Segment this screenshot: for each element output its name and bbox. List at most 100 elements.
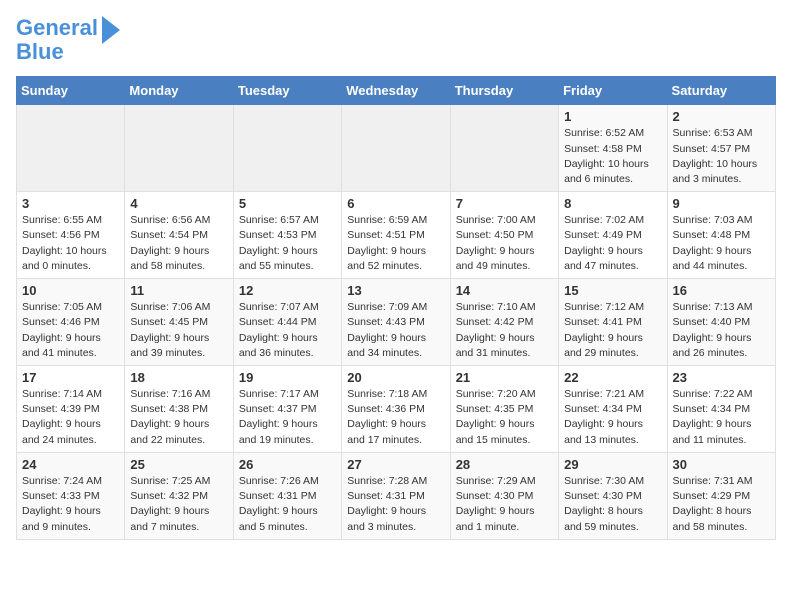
day-number: 7 — [456, 196, 553, 211]
logo: General Blue — [16, 16, 98, 64]
day-info: Sunrise: 7:14 AM Sunset: 4:39 PM Dayligh… — [22, 387, 119, 448]
day-number: 4 — [130, 196, 227, 211]
calendar-cell: 17 Sunrise: 7:14 AM Sunset: 4:39 PM Dayli… — [17, 366, 125, 453]
day-number: 27 — [347, 457, 444, 472]
calendar-cell: 10 Sunrise: 7:05 AM Sunset: 4:46 PM Dayli… — [17, 279, 125, 366]
calendar-cell: 9 Sunrise: 7:03 AM Sunset: 4:48 PM Daylig… — [667, 192, 775, 279]
day-info: Sunrise: 7:16 AM Sunset: 4:38 PM Dayligh… — [130, 387, 227, 448]
calendar-week-row: 17 Sunrise: 7:14 AM Sunset: 4:39 PM Dayli… — [17, 366, 776, 453]
day-info: Sunrise: 7:21 AM Sunset: 4:34 PM Dayligh… — [564, 387, 661, 448]
calendar-cell: 8Sunrise: 7:02 AM Sunset: 4:49 PM Daylig… — [559, 192, 667, 279]
calendar-cell — [125, 105, 233, 192]
weekday-header-row: SundayMondayTuesdayWednesdayThursdayFrid… — [17, 77, 776, 105]
page-container: General Blue SundayMondayTuesdayWednesda… — [0, 0, 792, 548]
day-number: 15 — [564, 283, 661, 298]
day-number: 8 — [564, 196, 661, 211]
page-header: General Blue — [16, 16, 776, 64]
day-info: Sunrise: 7:17 AM Sunset: 4:37 PM Dayligh… — [239, 387, 336, 448]
day-info: Sunrise: 7:30 AM Sunset: 4:30 PM Dayligh… — [564, 474, 661, 535]
calendar-cell — [17, 105, 125, 192]
day-info: Sunrise: 7:06 AM Sunset: 4:45 PM Dayligh… — [130, 300, 227, 361]
day-info: Sunrise: 6:56 AM Sunset: 4:54 PM Dayligh… — [130, 213, 227, 274]
calendar-cell: 28Sunrise: 7:29 AM Sunset: 4:30 PM Dayli… — [450, 452, 558, 539]
day-info: Sunrise: 6:57 AM Sunset: 4:53 PM Dayligh… — [239, 213, 336, 274]
day-number: 13 — [347, 283, 444, 298]
day-number: 22 — [564, 370, 661, 385]
logo-text: General Blue — [16, 16, 98, 64]
day-number: 1 — [564, 109, 661, 124]
day-number: 20 — [347, 370, 444, 385]
day-info: Sunrise: 7:18 AM Sunset: 4:36 PM Dayligh… — [347, 387, 444, 448]
calendar-cell — [342, 105, 450, 192]
day-number: 6 — [347, 196, 444, 211]
day-number: 14 — [456, 283, 553, 298]
day-info: Sunrise: 7:07 AM Sunset: 4:44 PM Dayligh… — [239, 300, 336, 361]
day-info: Sunrise: 7:20 AM Sunset: 4:35 PM Dayligh… — [456, 387, 553, 448]
calendar-cell: 21 Sunrise: 7:20 AM Sunset: 4:35 PM Dayli… — [450, 366, 558, 453]
day-info: Sunrise: 7:26 AM Sunset: 4:31 PM Dayligh… — [239, 474, 336, 535]
day-number: 23 — [673, 370, 770, 385]
logo-arrow-icon — [102, 16, 120, 44]
day-number: 18 — [130, 370, 227, 385]
day-info: Sunrise: 7:22 AM Sunset: 4:34 PM Dayligh… — [673, 387, 770, 448]
day-number: 5 — [239, 196, 336, 211]
calendar-cell: 24 Sunrise: 7:24 AM Sunset: 4:33 PM Dayli… — [17, 452, 125, 539]
day-info: Sunrise: 7:03 AM Sunset: 4:48 PM Dayligh… — [673, 213, 770, 274]
day-number: 21 — [456, 370, 553, 385]
calendar-cell: 13 Sunrise: 7:09 AM Sunset: 4:43 PM Dayli… — [342, 279, 450, 366]
day-number: 16 — [673, 283, 770, 298]
day-number: 25 — [130, 457, 227, 472]
calendar-week-row: 24 Sunrise: 7:24 AM Sunset: 4:33 PM Dayli… — [17, 452, 776, 539]
day-number: 3 — [22, 196, 119, 211]
day-number: 24 — [22, 457, 119, 472]
weekday-header-wednesday: Wednesday — [342, 77, 450, 105]
day-info: Sunrise: 7:00 AM Sunset: 4:50 PM Dayligh… — [456, 213, 553, 274]
day-info: Sunrise: 6:53 AM Sunset: 4:57 PM Dayligh… — [673, 126, 770, 187]
calendar-cell: 29Sunrise: 7:30 AM Sunset: 4:30 PM Dayli… — [559, 452, 667, 539]
day-info: Sunrise: 7:29 AM Sunset: 4:30 PM Dayligh… — [456, 474, 553, 535]
calendar-cell: 11 Sunrise: 7:06 AM Sunset: 4:45 PM Dayli… — [125, 279, 233, 366]
calendar-cell: 1Sunrise: 6:52 AM Sunset: 4:58 PM Daylig… — [559, 105, 667, 192]
logo-blue: Blue — [16, 39, 64, 64]
weekday-header-monday: Monday — [125, 77, 233, 105]
day-number: 19 — [239, 370, 336, 385]
calendar-cell: 2 Sunrise: 6:53 AM Sunset: 4:57 PM Daylig… — [667, 105, 775, 192]
calendar-cell: 5 Sunrise: 6:57 AM Sunset: 4:53 PM Daylig… — [233, 192, 341, 279]
weekday-header-tuesday: Tuesday — [233, 77, 341, 105]
calendar-cell: 14Sunrise: 7:10 AM Sunset: 4:42 PM Dayli… — [450, 279, 558, 366]
calendar-cell: 3 Sunrise: 6:55 AM Sunset: 4:56 PM Daylig… — [17, 192, 125, 279]
day-number: 2 — [673, 109, 770, 124]
calendar-cell: 30 Sunrise: 7:31 AM Sunset: 4:29 PM Dayli… — [667, 452, 775, 539]
calendar-cell: 6Sunrise: 6:59 AM Sunset: 4:51 PM Daylig… — [342, 192, 450, 279]
calendar-cell: 16 Sunrise: 7:13 AM Sunset: 4:40 PM Dayli… — [667, 279, 775, 366]
day-info: Sunrise: 7:28 AM Sunset: 4:31 PM Dayligh… — [347, 474, 444, 535]
weekday-header-friday: Friday — [559, 77, 667, 105]
day-number: 10 — [22, 283, 119, 298]
day-info: Sunrise: 7:24 AM Sunset: 4:33 PM Dayligh… — [22, 474, 119, 535]
calendar-cell: 20 Sunrise: 7:18 AM Sunset: 4:36 PM Dayli… — [342, 366, 450, 453]
day-info: Sunrise: 7:12 AM Sunset: 4:41 PM Dayligh… — [564, 300, 661, 361]
calendar-cell — [450, 105, 558, 192]
weekday-header-saturday: Saturday — [667, 77, 775, 105]
calendar-cell: 4 Sunrise: 6:56 AM Sunset: 4:54 PM Daylig… — [125, 192, 233, 279]
calendar-cell: 12Sunrise: 7:07 AM Sunset: 4:44 PM Dayli… — [233, 279, 341, 366]
calendar-cell: 22 Sunrise: 7:21 AM Sunset: 4:34 PM Dayli… — [559, 366, 667, 453]
calendar-cell: 23 Sunrise: 7:22 AM Sunset: 4:34 PM Dayli… — [667, 366, 775, 453]
day-info: Sunrise: 6:55 AM Sunset: 4:56 PM Dayligh… — [22, 213, 119, 274]
day-info: Sunrise: 7:25 AM Sunset: 4:32 PM Dayligh… — [130, 474, 227, 535]
day-number: 17 — [22, 370, 119, 385]
day-info: Sunrise: 7:09 AM Sunset: 4:43 PM Dayligh… — [347, 300, 444, 361]
weekday-header-thursday: Thursday — [450, 77, 558, 105]
calendar-cell: 7 Sunrise: 7:00 AM Sunset: 4:50 PM Daylig… — [450, 192, 558, 279]
day-number: 9 — [673, 196, 770, 211]
calendar-table: SundayMondayTuesdayWednesdayThursdayFrid… — [16, 76, 776, 539]
day-number: 11 — [130, 283, 227, 298]
day-info: Sunrise: 7:31 AM Sunset: 4:29 PM Dayligh… — [673, 474, 770, 535]
day-number: 30 — [673, 457, 770, 472]
day-info: Sunrise: 7:05 AM Sunset: 4:46 PM Dayligh… — [22, 300, 119, 361]
calendar-cell: 19 Sunrise: 7:17 AM Sunset: 4:37 PM Dayli… — [233, 366, 341, 453]
day-info: Sunrise: 7:13 AM Sunset: 4:40 PM Dayligh… — [673, 300, 770, 361]
calendar-cell — [233, 105, 341, 192]
calendar-cell: 18 Sunrise: 7:16 AM Sunset: 4:38 PM Dayli… — [125, 366, 233, 453]
calendar-week-row: 1Sunrise: 6:52 AM Sunset: 4:58 PM Daylig… — [17, 105, 776, 192]
